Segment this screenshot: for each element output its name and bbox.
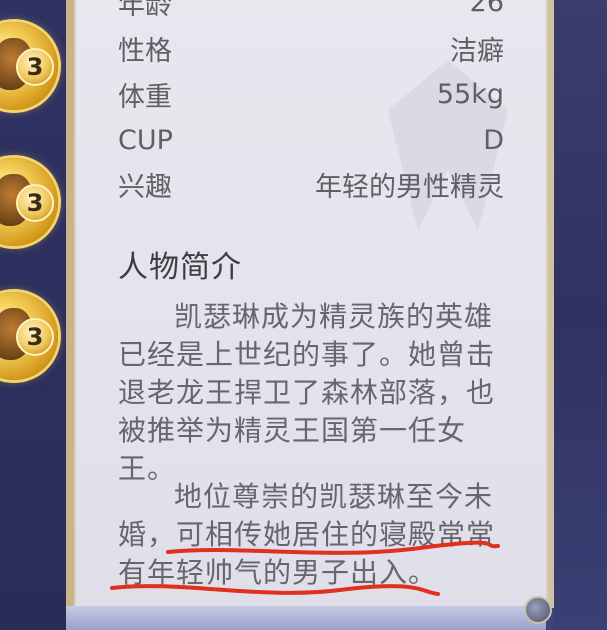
bio-text: 地位尊崇的凯瑟琳至今未婚，可相传她居住的寝殿常常有年轻帅气的男子出入。 — [118, 480, 496, 589]
skill-slot-3[interactable]: 3 — [0, 292, 58, 380]
bio-text: 凯瑟琳成为精灵族的英雄已经是上世纪的事了。她曾击退老龙王捍卫了森林部落，也被推举… — [118, 300, 496, 485]
info-label: CUP — [118, 124, 173, 156]
skill-level-badge: 3 — [16, 184, 54, 222]
info-row-age: 年龄 26 — [118, 0, 504, 22]
skill-slot-2[interactable]: 3 — [0, 158, 58, 246]
info-row-weight: 体重 55kg — [118, 74, 504, 114]
info-label: 年龄 — [118, 0, 172, 21]
skill-level-badge: 3 — [16, 318, 54, 356]
skill-level-badge: 3 — [16, 48, 54, 86]
game-screen: 3 3 3 年龄 26 性格 洁癖 体重 55kg CUP D 兴趣 年轻的男性… — [0, 0, 607, 630]
info-value: 洁癖 — [450, 35, 504, 67]
info-label: 性格 — [118, 35, 172, 67]
character-info-card[interactable]: 年龄 26 性格 洁癖 体重 55kg CUP D 兴趣 年轻的男性精灵 人物简… — [66, 0, 554, 608]
info-row-interest: 兴趣 年轻的男性精灵 — [118, 164, 504, 204]
info-label: 兴趣 — [118, 171, 172, 203]
bio-paragraph-1: 凯瑟琳成为精灵族的英雄已经是上世纪的事了。她曾击退老龙王捍卫了森林部落，也被推举… — [118, 298, 504, 488]
bio-section-title: 人物简介 — [118, 250, 242, 285]
info-row-cup: CUP D — [118, 120, 504, 160]
info-value: D — [483, 124, 504, 156]
bio-paragraph-2: 地位尊崇的凯瑟琳至今未婚，可相传她居住的寝殿常常有年轻帅气的男子出入。 — [118, 478, 504, 592]
info-row-personality: 性格 洁癖 — [118, 28, 504, 68]
info-value: 年轻的男性精灵 — [315, 171, 504, 203]
info-value: 55kg — [436, 78, 504, 110]
skill-column: 3 3 3 — [0, 0, 70, 630]
info-label: 体重 — [118, 81, 172, 113]
corner-toggle-icon[interactable] — [524, 596, 552, 624]
skill-slot-1[interactable]: 3 — [0, 22, 58, 110]
info-value: 26 — [469, 0, 504, 18]
bottom-bar — [66, 606, 546, 630]
